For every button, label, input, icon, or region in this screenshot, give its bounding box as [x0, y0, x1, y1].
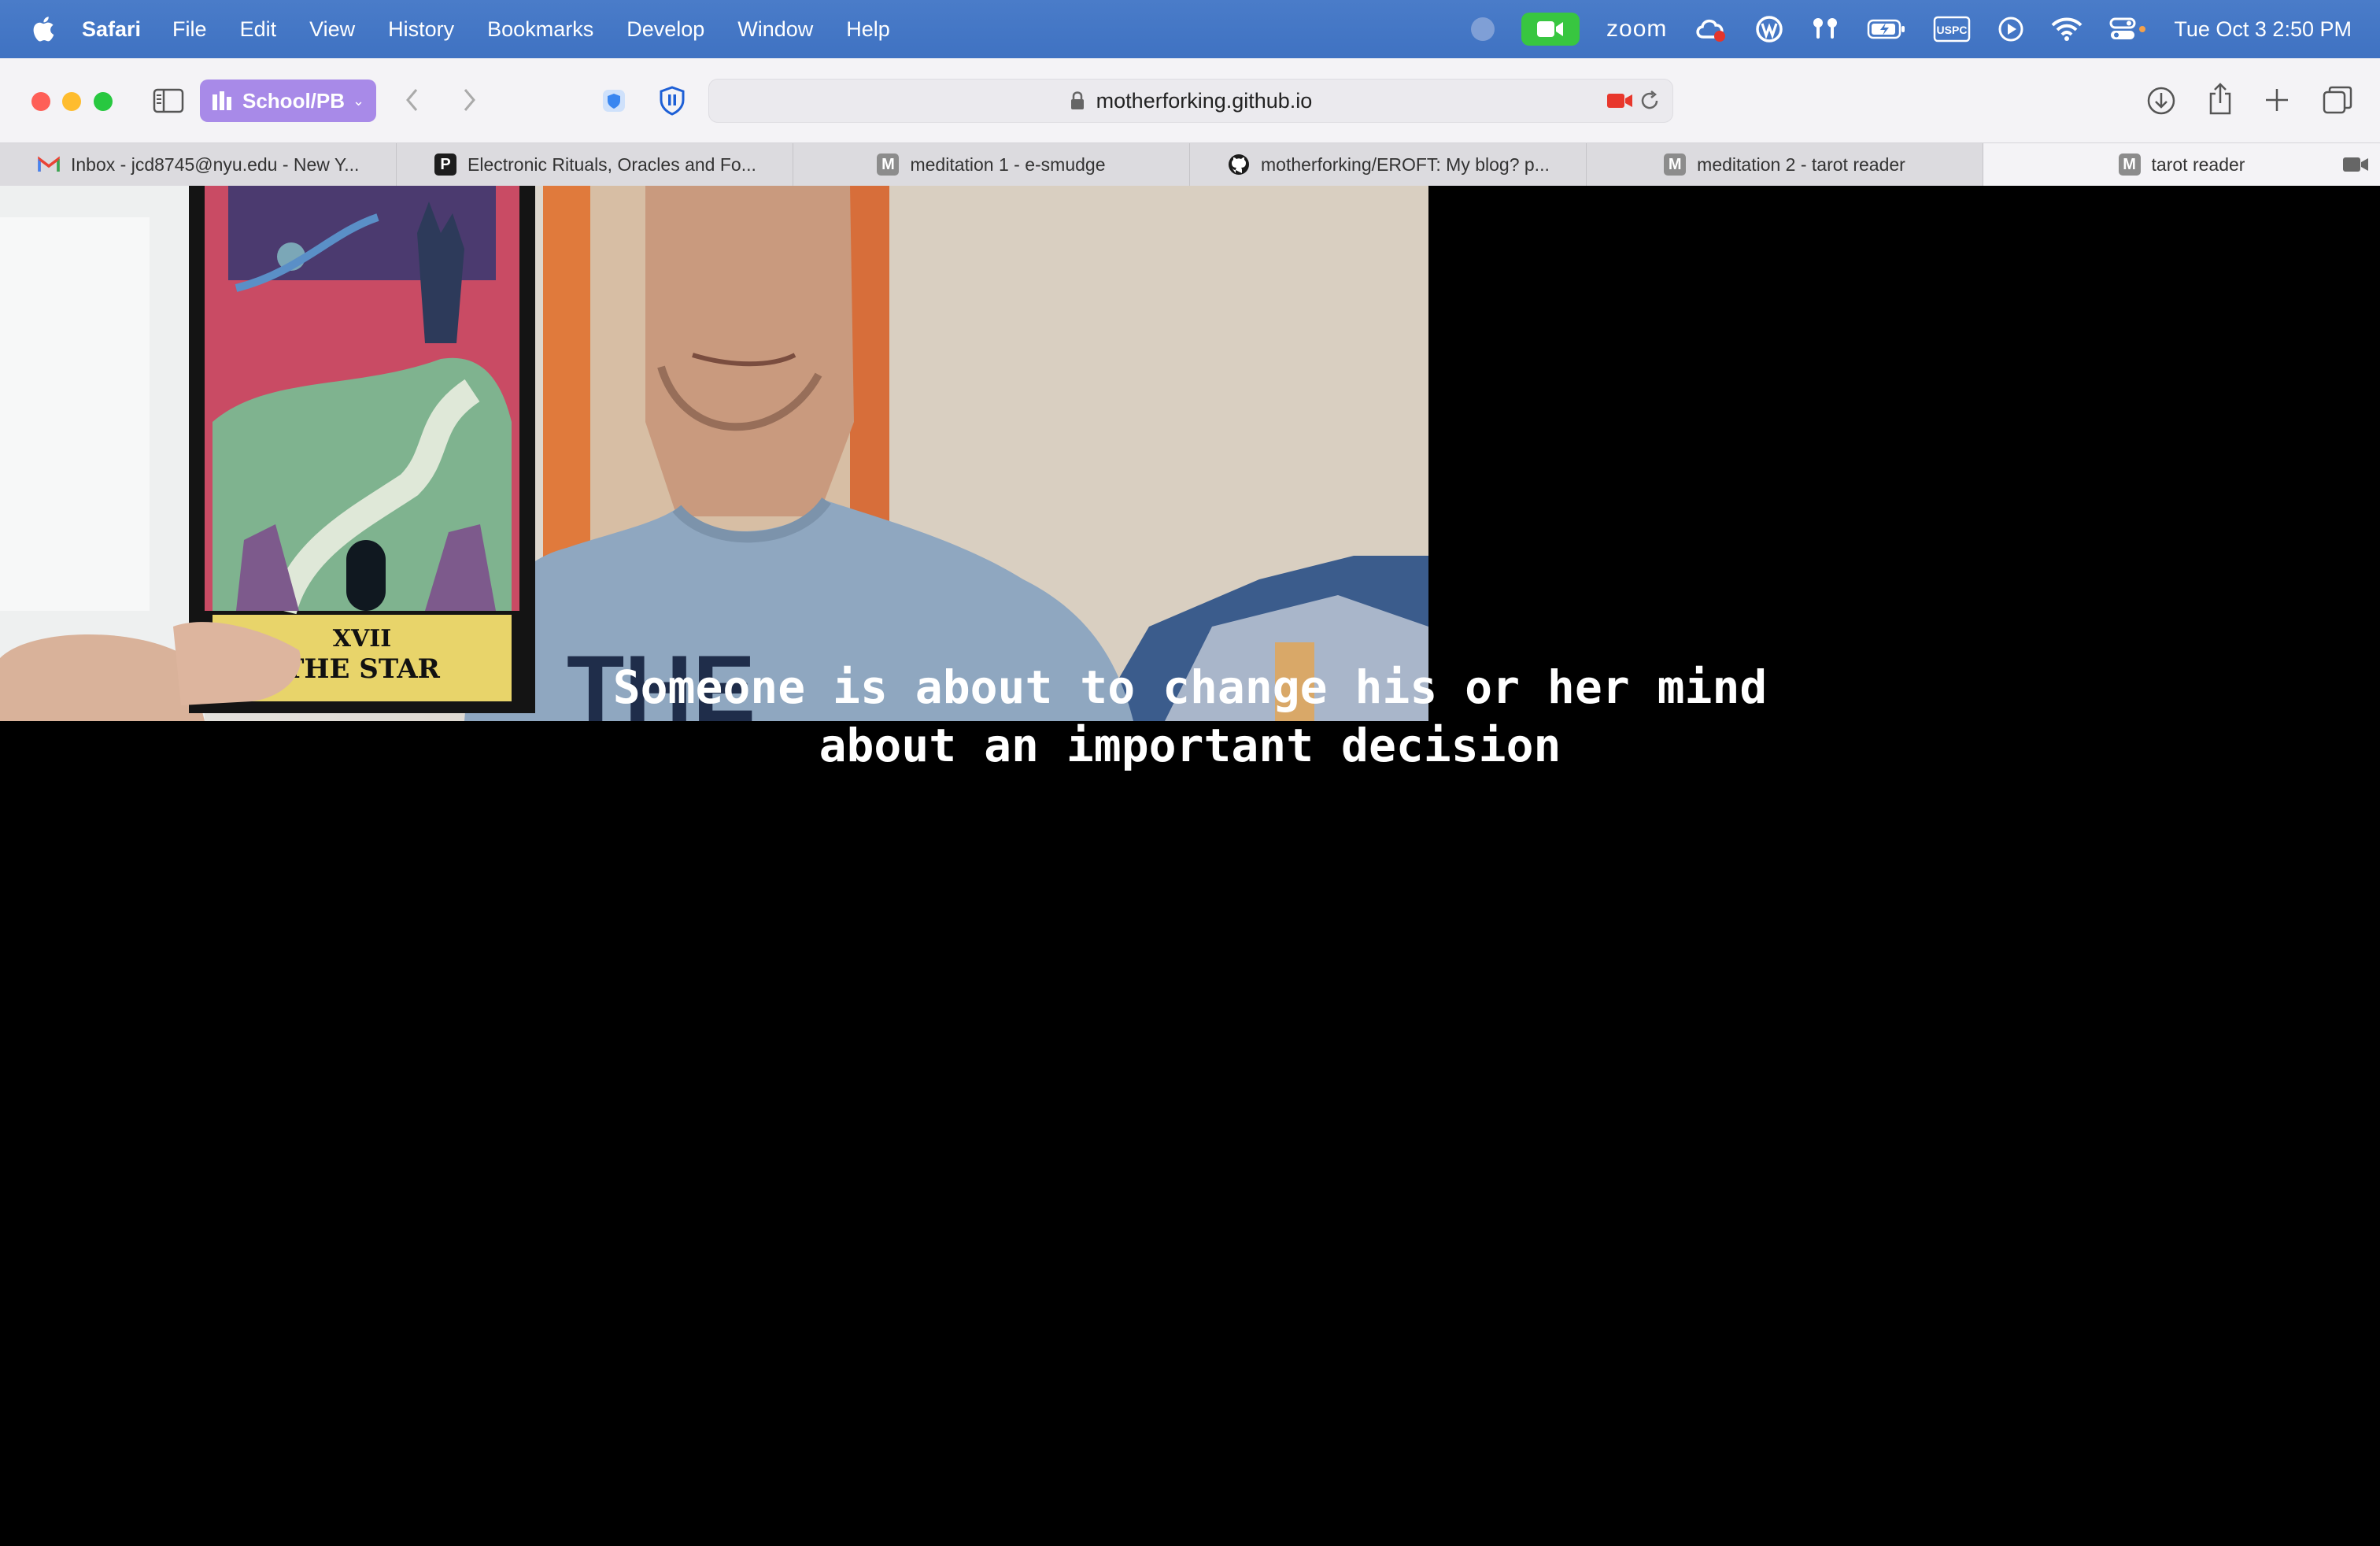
status-area: zoom USPC Tue Oct 3 2:50 PM: [1444, 0, 2380, 58]
control-center-icon[interactable]: [2109, 17, 2147, 42]
address-text: motherforking.github.io: [1096, 88, 1313, 113]
tab-electronic-rituals[interactable]: P Electronic Rituals, Oracles and Fo...: [397, 143, 793, 186]
uspc-icon[interactable]: USPC: [1933, 16, 1971, 43]
tab-group-label: School/PB: [242, 88, 346, 113]
tarot-reading-caption: Someone is about to change his or her mi…: [0, 658, 2380, 775]
wordpress-icon[interactable]: [1755, 15, 1783, 43]
menubar-clock[interactable]: Tue Oct 3 2:50 PM: [2174, 17, 2352, 42]
tab-meditation-1[interactable]: M meditation 1 - e-smudge: [793, 143, 1190, 186]
tab-tarot-reader[interactable]: M tarot reader: [1983, 143, 2380, 186]
tab-group-button[interactable]: School/PB ⌄: [200, 80, 376, 122]
tab-title: meditation 1 - e-smudge: [910, 153, 1106, 175]
play-icon[interactable]: [1998, 16, 2024, 43]
caption-line-1: Someone is about to change his or her mi…: [612, 660, 1768, 714]
svg-text:USPC: USPC: [1937, 24, 1968, 36]
browser-toolbar: School/PB ⌄ motherforking.github.io: [0, 58, 2380, 143]
github-icon: [1228, 153, 1250, 176]
page-content: THE XVII THE STAR Someone is about to ch…: [0, 186, 2380, 1546]
new-tab-icon[interactable]: [2264, 87, 2290, 113]
tab-title: motherforking/EROFT: My blog? p...: [1261, 153, 1550, 175]
m-icon: M: [877, 153, 900, 176]
menu-help[interactable]: Help: [846, 17, 890, 42]
reload-icon[interactable]: [1638, 89, 1661, 113]
address-bar[interactable]: motherforking.github.io: [708, 79, 1673, 123]
facetime-icon[interactable]: [1521, 13, 1580, 46]
recording-dot-icon[interactable]: [1471, 17, 1495, 41]
battery-icon[interactable]: [1867, 18, 1906, 40]
gmail-icon: [38, 153, 60, 176]
tab-github[interactable]: motherforking/EROFT: My blog? p...: [1190, 143, 1587, 186]
airpods-icon[interactable]: [1810, 15, 1840, 43]
creative-cloud-icon[interactable]: [1694, 15, 1728, 43]
menu-window[interactable]: Window: [737, 17, 813, 42]
tab-group-icon: [213, 91, 231, 110]
tab-title: Electronic Rituals, Oracles and Fo...: [468, 153, 756, 175]
menu-edit[interactable]: Edit: [240, 17, 277, 42]
webcam-feed: THE XVII THE STAR: [0, 186, 1428, 721]
tarot-card-numeral: XVII: [333, 625, 392, 653]
privacy-shield-icon[interactable]: [601, 88, 626, 113]
p-icon: P: [434, 153, 456, 176]
menu-file[interactable]: File: [172, 17, 207, 42]
tab-gmail[interactable]: Inbox - jcd8745@nyu.edu - New Y...: [0, 143, 397, 186]
zoom-icon[interactable]: zoom: [1606, 16, 1667, 43]
tab-title: tarot reader: [2151, 153, 2245, 175]
camera-in-use-icon: [2343, 157, 2368, 172]
camera-in-use-icon[interactable]: [1606, 90, 1633, 112]
webcam-image: THE XVII THE STAR: [0, 186, 1428, 721]
tab-title: Inbox - jcd8745@nyu.edu - New Y...: [71, 153, 360, 175]
chevron-down-icon: ⌄: [353, 92, 365, 109]
sidebar-toggle-icon[interactable]: [153, 88, 184, 113]
menu-app-name[interactable]: Safari: [82, 17, 141, 42]
menu-history[interactable]: History: [388, 17, 454, 42]
wifi-icon[interactable]: [2051, 17, 2082, 42]
tab-overview-icon[interactable]: [2322, 85, 2353, 115]
m-icon: M: [1664, 153, 1687, 176]
menu-bar: Safari File Edit View History Bookmarks …: [0, 0, 2380, 58]
window-close-button[interactable]: [31, 92, 50, 111]
menu-view[interactable]: View: [309, 17, 355, 42]
caption-line-2: about an important decision: [819, 719, 1561, 772]
tab-bar: Inbox - jcd8745@nyu.edu - New Y... P Ele…: [0, 143, 2380, 186]
window-minimize-button[interactable]: [62, 92, 81, 111]
tab-meditation-2[interactable]: M meditation 2 - tarot reader: [1587, 143, 1983, 186]
m-icon: M: [2118, 153, 2141, 176]
downloads-icon[interactable]: [2145, 85, 2177, 117]
menu-develop[interactable]: Develop: [626, 17, 704, 42]
menu-bookmarks[interactable]: Bookmarks: [487, 17, 593, 42]
forward-button[interactable]: [460, 87, 479, 113]
back-button[interactable]: [403, 87, 422, 113]
window-maximize-button[interactable]: [94, 92, 113, 111]
bitwarden-icon[interactable]: [658, 85, 686, 117]
tab-title: meditation 2 - tarot reader: [1697, 153, 1905, 175]
share-icon[interactable]: [2207, 82, 2234, 117]
lock-icon: [1070, 91, 1084, 109]
apple-icon[interactable]: [31, 16, 55, 43]
